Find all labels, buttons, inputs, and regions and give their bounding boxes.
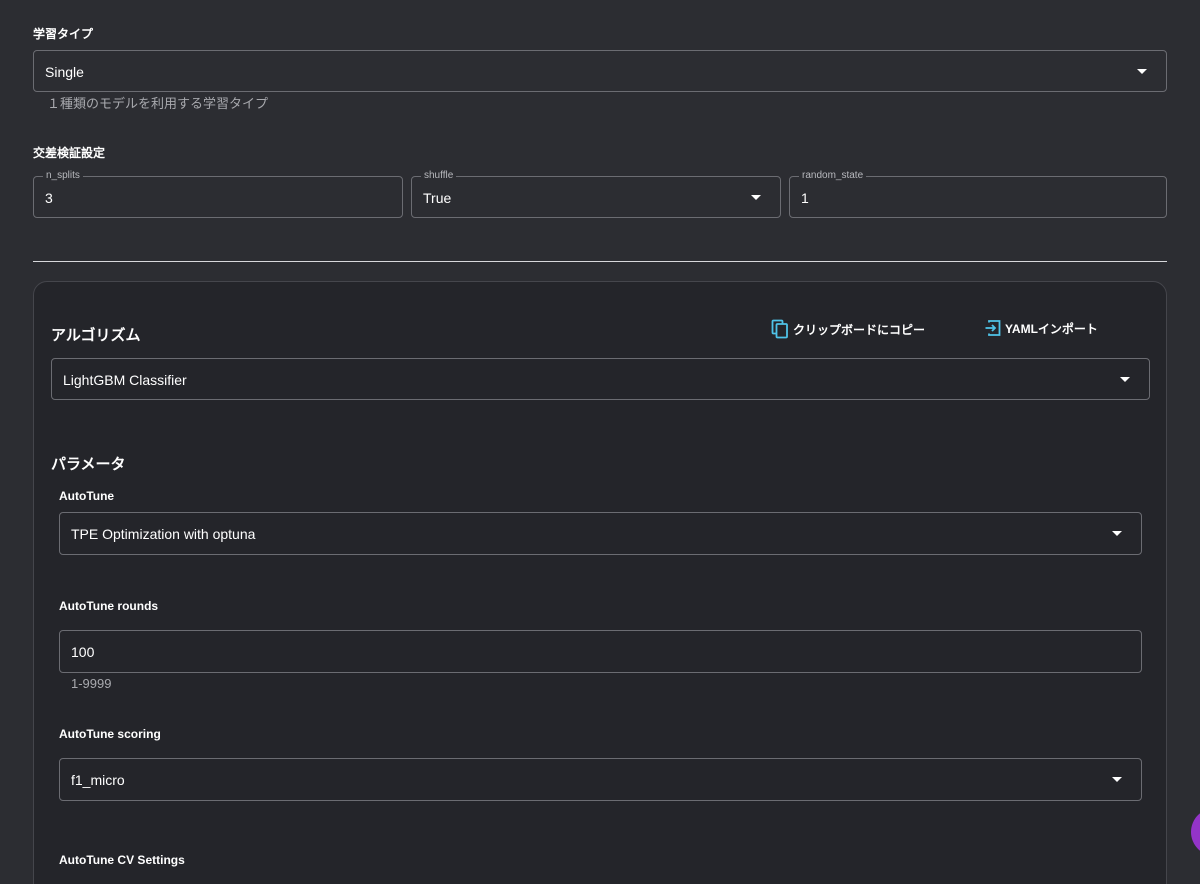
- autotune-value: TPE Optimization with optuna: [71, 526, 256, 542]
- chevron-down-icon: [1120, 377, 1130, 382]
- section-divider: [33, 261, 1167, 262]
- algorithm-select[interactable]: LightGBM Classifier: [51, 358, 1150, 400]
- n-splits-value: 3: [45, 190, 53, 206]
- autotune-rounds-value: 100: [71, 644, 95, 660]
- cross-validation-label: 交差検証設定: [33, 146, 106, 160]
- algorithm-value: LightGBM Classifier: [63, 372, 187, 388]
- autotune-rounds-label: AutoTune rounds: [59, 599, 159, 613]
- autotune-scoring-value: f1_micro: [71, 772, 125, 788]
- page: 学習タイプ Single １種類のモデルを利用する学習タイプ 交差検証設定 n_…: [0, 0, 1200, 884]
- random-state-label: random_state: [799, 171, 867, 181]
- copy-to-clipboard-button[interactable]: クリップボードにコピー: [771, 319, 925, 339]
- training-type-select[interactable]: Single: [33, 50, 1167, 92]
- chevron-down-icon: [1112, 777, 1122, 782]
- autotune-cv-label: AutoTune CV Settings: [59, 853, 185, 867]
- shuffle-select[interactable]: shuffle True: [411, 171, 781, 218]
- copy-to-clipboard-label: クリップボードにコピー: [793, 322, 926, 337]
- n-splits-label: n_splits: [43, 171, 83, 181]
- algorithm-title: アルゴリズム: [51, 327, 141, 344]
- parameters-title: パラメータ: [51, 456, 126, 473]
- training-type-label: 学習タイプ: [33, 27, 94, 41]
- copy-icon: [771, 319, 790, 339]
- autotune-select[interactable]: TPE Optimization with optuna: [59, 512, 1142, 555]
- chevron-down-icon: [751, 195, 761, 200]
- chevron-down-icon: [1137, 69, 1147, 74]
- training-type-helper: １種類のモデルを利用する学習タイプ: [47, 96, 269, 111]
- yaml-import-button[interactable]: YAMLインポート: [984, 319, 1098, 337]
- autotune-scoring-label: AutoTune scoring: [59, 727, 161, 741]
- algorithm-card: アルゴリズム クリップボードにコピー YAMLインポート LightGBM Cl…: [33, 281, 1167, 884]
- random-state-field[interactable]: random_state 1: [789, 171, 1167, 218]
- import-icon: [984, 319, 1002, 337]
- floating-action-button[interactable]: [1191, 808, 1200, 856]
- yaml-import-label: YAMLインポート: [1005, 321, 1098, 336]
- autotune-rounds-helper: 1-9999: [71, 676, 112, 691]
- shuffle-value: True: [423, 190, 452, 206]
- chevron-down-icon: [1112, 531, 1122, 536]
- shuffle-label: shuffle: [421, 171, 457, 181]
- autotune-rounds-input[interactable]: 100: [59, 630, 1142, 673]
- n-splits-field[interactable]: n_splits 3: [33, 171, 403, 218]
- random-state-value: 1: [801, 190, 809, 206]
- training-type-value: Single: [45, 64, 84, 80]
- autotune-scoring-select[interactable]: f1_micro: [59, 758, 1142, 801]
- autotune-label: AutoTune: [59, 489, 115, 503]
